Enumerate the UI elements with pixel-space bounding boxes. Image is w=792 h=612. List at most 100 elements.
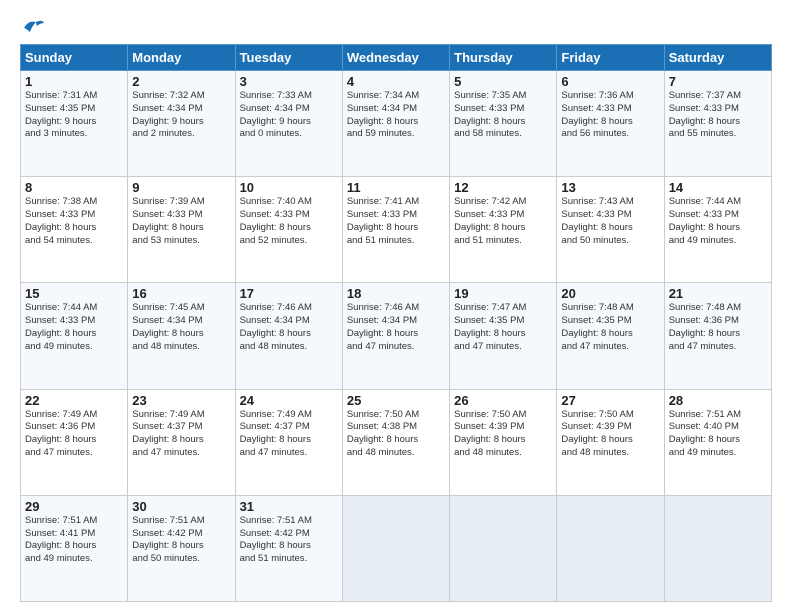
day-number: 22 <box>25 393 123 408</box>
day-header-monday: Monday <box>128 45 235 71</box>
day-info: Sunrise: 7:50 AM Sunset: 4:39 PM Dayligh… <box>561 409 659 460</box>
day-info: Sunrise: 7:50 AM Sunset: 4:39 PM Dayligh… <box>454 409 552 460</box>
calendar-cell <box>557 495 664 601</box>
day-info: Sunrise: 7:51 AM Sunset: 4:41 PM Dayligh… <box>25 515 123 566</box>
day-number: 17 <box>240 286 338 301</box>
day-header-tuesday: Tuesday <box>235 45 342 71</box>
day-number: 10 <box>240 180 338 195</box>
calendar-cell: 6Sunrise: 7:36 AM Sunset: 4:33 PM Daylig… <box>557 71 664 177</box>
calendar-week-5: 29Sunrise: 7:51 AM Sunset: 4:41 PM Dayli… <box>21 495 772 601</box>
logo <box>20 18 44 36</box>
day-header-wednesday: Wednesday <box>342 45 449 71</box>
day-number: 14 <box>669 180 767 195</box>
day-info: Sunrise: 7:43 AM Sunset: 4:33 PM Dayligh… <box>561 196 659 247</box>
day-number: 25 <box>347 393 445 408</box>
day-info: Sunrise: 7:34 AM Sunset: 4:34 PM Dayligh… <box>347 90 445 141</box>
calendar-cell: 30Sunrise: 7:51 AM Sunset: 4:42 PM Dayli… <box>128 495 235 601</box>
calendar-cell: 27Sunrise: 7:50 AM Sunset: 4:39 PM Dayli… <box>557 389 664 495</box>
calendar-week-2: 8Sunrise: 7:38 AM Sunset: 4:33 PM Daylig… <box>21 177 772 283</box>
calendar-cell: 8Sunrise: 7:38 AM Sunset: 4:33 PM Daylig… <box>21 177 128 283</box>
day-info: Sunrise: 7:40 AM Sunset: 4:33 PM Dayligh… <box>240 196 338 247</box>
header <box>20 18 772 36</box>
day-info: Sunrise: 7:49 AM Sunset: 4:37 PM Dayligh… <box>240 409 338 460</box>
day-info: Sunrise: 7:50 AM Sunset: 4:38 PM Dayligh… <box>347 409 445 460</box>
day-number: 26 <box>454 393 552 408</box>
day-info: Sunrise: 7:45 AM Sunset: 4:34 PM Dayligh… <box>132 302 230 353</box>
calendar-cell: 26Sunrise: 7:50 AM Sunset: 4:39 PM Dayli… <box>450 389 557 495</box>
day-number: 13 <box>561 180 659 195</box>
calendar-cell: 3Sunrise: 7:33 AM Sunset: 4:34 PM Daylig… <box>235 71 342 177</box>
calendar-cell: 12Sunrise: 7:42 AM Sunset: 4:33 PM Dayli… <box>450 177 557 283</box>
day-info: Sunrise: 7:35 AM Sunset: 4:33 PM Dayligh… <box>454 90 552 141</box>
calendar-cell: 14Sunrise: 7:44 AM Sunset: 4:33 PM Dayli… <box>664 177 771 283</box>
day-number: 6 <box>561 74 659 89</box>
day-number: 9 <box>132 180 230 195</box>
day-info: Sunrise: 7:31 AM Sunset: 4:35 PM Dayligh… <box>25 90 123 141</box>
calendar-cell: 11Sunrise: 7:41 AM Sunset: 4:33 PM Dayli… <box>342 177 449 283</box>
day-info: Sunrise: 7:51 AM Sunset: 4:42 PM Dayligh… <box>240 515 338 566</box>
day-info: Sunrise: 7:51 AM Sunset: 4:40 PM Dayligh… <box>669 409 767 460</box>
calendar-cell: 10Sunrise: 7:40 AM Sunset: 4:33 PM Dayli… <box>235 177 342 283</box>
calendar-cell: 24Sunrise: 7:49 AM Sunset: 4:37 PM Dayli… <box>235 389 342 495</box>
day-number: 7 <box>669 74 767 89</box>
day-number: 21 <box>669 286 767 301</box>
calendar-cell <box>450 495 557 601</box>
calendar-cell: 7Sunrise: 7:37 AM Sunset: 4:33 PM Daylig… <box>664 71 771 177</box>
day-info: Sunrise: 7:32 AM Sunset: 4:34 PM Dayligh… <box>132 90 230 141</box>
day-info: Sunrise: 7:44 AM Sunset: 4:33 PM Dayligh… <box>669 196 767 247</box>
calendar-cell: 21Sunrise: 7:48 AM Sunset: 4:36 PM Dayli… <box>664 283 771 389</box>
day-number: 16 <box>132 286 230 301</box>
day-number: 29 <box>25 499 123 514</box>
calendar-cell: 13Sunrise: 7:43 AM Sunset: 4:33 PM Dayli… <box>557 177 664 283</box>
calendar-table: SundayMondayTuesdayWednesdayThursdayFrid… <box>20 44 772 602</box>
day-number: 15 <box>25 286 123 301</box>
calendar-cell: 18Sunrise: 7:46 AM Sunset: 4:34 PM Dayli… <box>342 283 449 389</box>
day-number: 4 <box>347 74 445 89</box>
day-info: Sunrise: 7:38 AM Sunset: 4:33 PM Dayligh… <box>25 196 123 247</box>
day-number: 23 <box>132 393 230 408</box>
day-number: 24 <box>240 393 338 408</box>
day-number: 28 <box>669 393 767 408</box>
day-number: 5 <box>454 74 552 89</box>
day-number: 2 <box>132 74 230 89</box>
calendar-week-1: 1Sunrise: 7:31 AM Sunset: 4:35 PM Daylig… <box>21 71 772 177</box>
calendar-week-4: 22Sunrise: 7:49 AM Sunset: 4:36 PM Dayli… <box>21 389 772 495</box>
day-info: Sunrise: 7:51 AM Sunset: 4:42 PM Dayligh… <box>132 515 230 566</box>
calendar-week-3: 15Sunrise: 7:44 AM Sunset: 4:33 PM Dayli… <box>21 283 772 389</box>
day-info: Sunrise: 7:36 AM Sunset: 4:33 PM Dayligh… <box>561 90 659 141</box>
day-info: Sunrise: 7:42 AM Sunset: 4:33 PM Dayligh… <box>454 196 552 247</box>
day-number: 18 <box>347 286 445 301</box>
calendar-cell: 1Sunrise: 7:31 AM Sunset: 4:35 PM Daylig… <box>21 71 128 177</box>
day-info: Sunrise: 7:47 AM Sunset: 4:35 PM Dayligh… <box>454 302 552 353</box>
day-number: 19 <box>454 286 552 301</box>
calendar-cell: 19Sunrise: 7:47 AM Sunset: 4:35 PM Dayli… <box>450 283 557 389</box>
calendar-cell: 17Sunrise: 7:46 AM Sunset: 4:34 PM Dayli… <box>235 283 342 389</box>
day-number: 20 <box>561 286 659 301</box>
day-number: 31 <box>240 499 338 514</box>
calendar-cell: 22Sunrise: 7:49 AM Sunset: 4:36 PM Dayli… <box>21 389 128 495</box>
day-info: Sunrise: 7:33 AM Sunset: 4:34 PM Dayligh… <box>240 90 338 141</box>
day-number: 30 <box>132 499 230 514</box>
calendar-cell: 23Sunrise: 7:49 AM Sunset: 4:37 PM Dayli… <box>128 389 235 495</box>
day-number: 12 <box>454 180 552 195</box>
calendar-cell: 29Sunrise: 7:51 AM Sunset: 4:41 PM Dayli… <box>21 495 128 601</box>
day-number: 3 <box>240 74 338 89</box>
calendar-cell: 28Sunrise: 7:51 AM Sunset: 4:40 PM Dayli… <box>664 389 771 495</box>
day-number: 11 <box>347 180 445 195</box>
calendar-cell: 9Sunrise: 7:39 AM Sunset: 4:33 PM Daylig… <box>128 177 235 283</box>
calendar-cell <box>342 495 449 601</box>
logo-bird-icon <box>22 18 44 36</box>
calendar-cell: 5Sunrise: 7:35 AM Sunset: 4:33 PM Daylig… <box>450 71 557 177</box>
day-info: Sunrise: 7:48 AM Sunset: 4:35 PM Dayligh… <box>561 302 659 353</box>
day-number: 1 <box>25 74 123 89</box>
calendar-cell: 2Sunrise: 7:32 AM Sunset: 4:34 PM Daylig… <box>128 71 235 177</box>
calendar-cell: 20Sunrise: 7:48 AM Sunset: 4:35 PM Dayli… <box>557 283 664 389</box>
calendar-cell: 4Sunrise: 7:34 AM Sunset: 4:34 PM Daylig… <box>342 71 449 177</box>
page: SundayMondayTuesdayWednesdayThursdayFrid… <box>0 0 792 612</box>
day-header-sunday: Sunday <box>21 45 128 71</box>
day-header-friday: Friday <box>557 45 664 71</box>
day-info: Sunrise: 7:44 AM Sunset: 4:33 PM Dayligh… <box>25 302 123 353</box>
day-info: Sunrise: 7:39 AM Sunset: 4:33 PM Dayligh… <box>132 196 230 247</box>
day-header-saturday: Saturday <box>664 45 771 71</box>
calendar-cell: 25Sunrise: 7:50 AM Sunset: 4:38 PM Dayli… <box>342 389 449 495</box>
